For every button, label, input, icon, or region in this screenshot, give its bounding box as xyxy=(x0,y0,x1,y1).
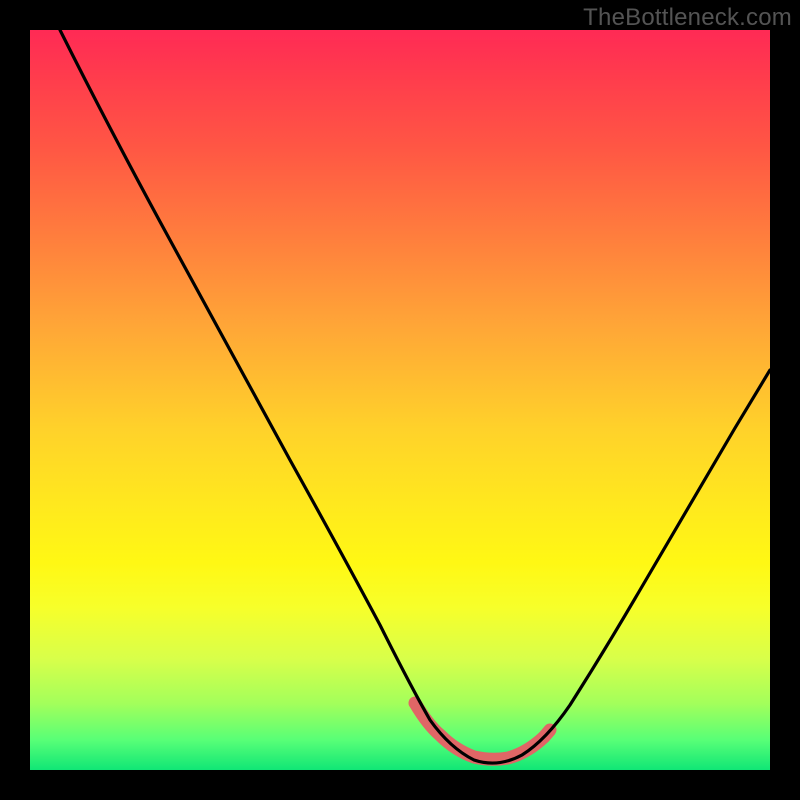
mismatch-curve xyxy=(60,30,770,763)
plot-area xyxy=(30,30,770,770)
curve-layer xyxy=(30,30,770,770)
chart-frame: TheBottleneck.com xyxy=(0,0,800,800)
watermark-text: TheBottleneck.com xyxy=(583,4,792,32)
